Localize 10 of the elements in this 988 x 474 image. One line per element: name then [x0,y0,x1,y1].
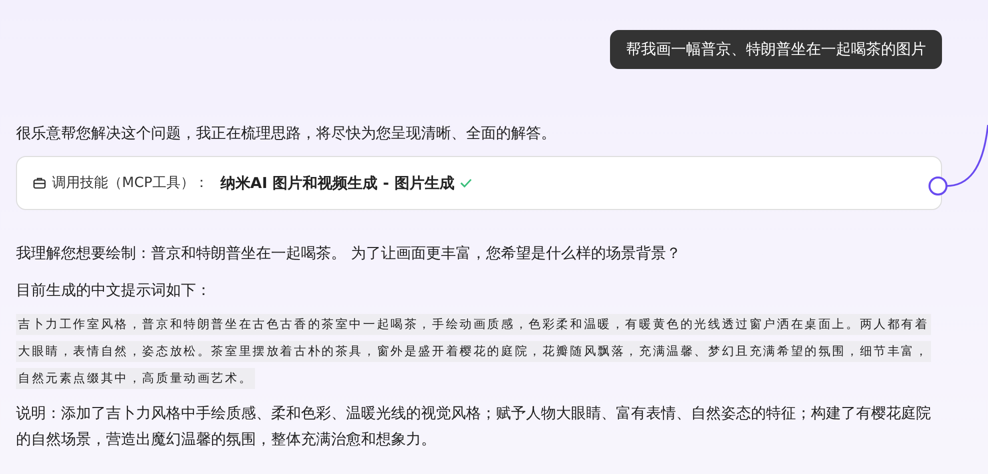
user-message: 帮我画一幅普京、特朗普坐在一起喝茶的图片 [610,30,942,69]
response-paragraph: 我理解您想要绘制：普京和特朗普坐在一起喝茶。 为了让画面更丰富，您希望是什么样的场景背景？ [16,243,682,264]
tool-call-card[interactable]: 调用技能（MCP工具）： 纳米AI 图片和视频生成 - 图片生成 [16,156,942,210]
tool-name: 纳米AI 图片和视频生成 - 图片生成 [220,174,454,192]
response-paragraph: 目前生成的中文提示词如下： [16,280,212,301]
tool-call-label: 调用技能（MCP工具）： [52,174,208,192]
response-paragraph: 说明：添加了吉卜力风格中手绘质感、柔和色彩、温暖光线的视觉风格；赋予人物大眼睛、富有表情、自然姿态的特征；构建了有樱花庭院的自然场景，营造出魔幻温馨的氛围，整体充满治愈和想象力。 [16,403,931,450]
connector-line [928,124,988,196]
assistant-intro: 很乐意帮您解决这个问题，我正在梳理思路，将尽快为您呈现清晰、全面的解答。 [16,124,557,143]
toolbox-icon [33,177,46,189]
